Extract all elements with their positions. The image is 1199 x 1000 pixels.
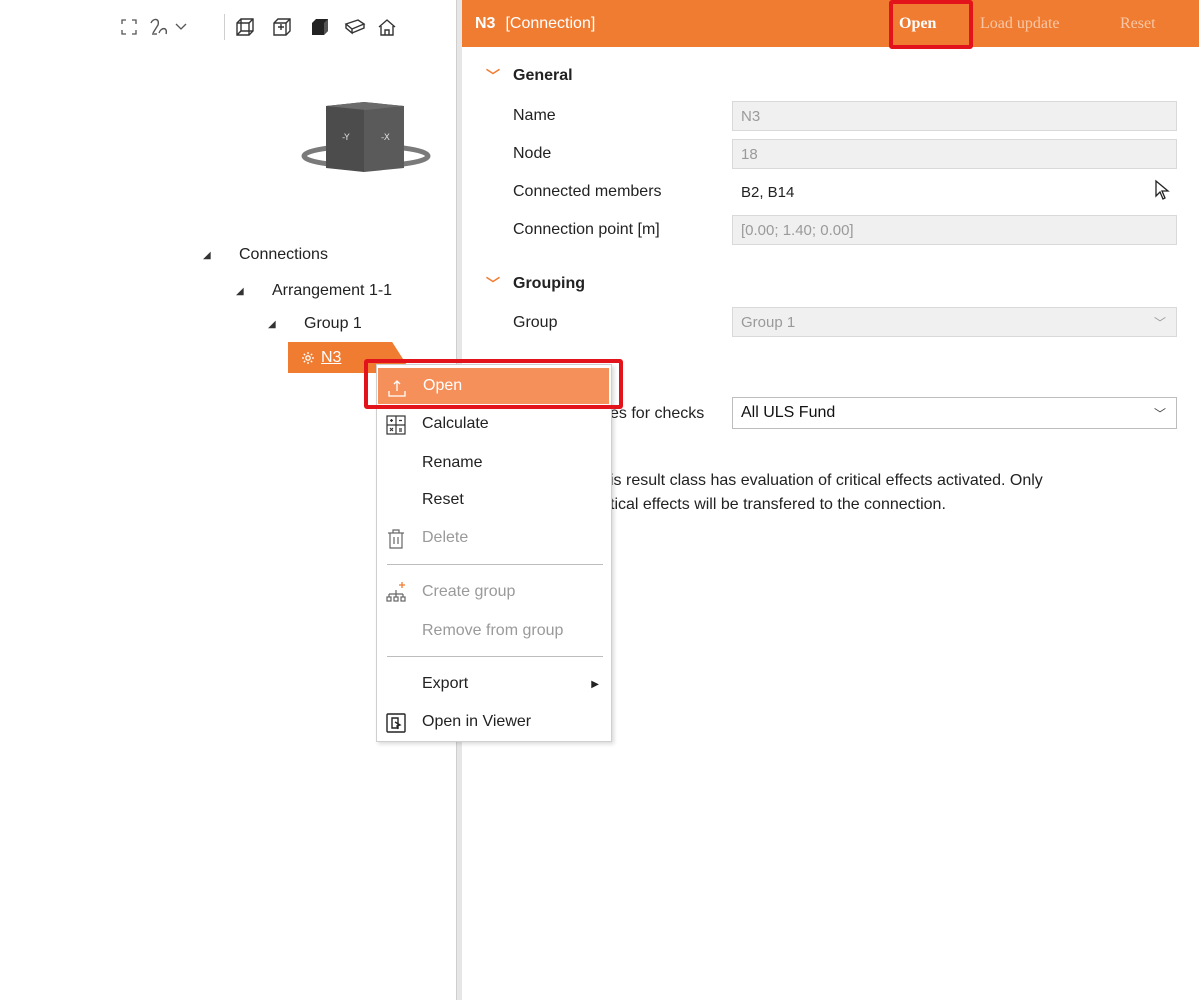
- tree-label: Group 1: [304, 315, 362, 332]
- node-label: Node: [513, 145, 552, 162]
- perspective-view-icon[interactable]: [341, 13, 369, 41]
- group-combobox-value: Group 1: [741, 313, 796, 331]
- menu-item-export[interactable]: Export ▶: [377, 666, 611, 702]
- menu-item-label: Reset: [422, 491, 464, 508]
- info-text-line-2: tical effects will be transfered to the …: [610, 496, 946, 513]
- menu-item-create-group[interactable]: Create group: [377, 574, 611, 610]
- section-grouping[interactable]: ﹀ Grouping: [486, 274, 585, 294]
- menu-item-label: Rename: [422, 454, 483, 471]
- connected-members-field[interactable]: B2, B14: [732, 177, 1177, 207]
- section-title: General: [513, 67, 573, 84]
- solid-view-icon[interactable]: [306, 13, 334, 41]
- result-class-label: es for checks: [610, 405, 705, 422]
- header-item-type: [Connection]: [505, 14, 596, 32]
- fit-view-icon[interactable]: [116, 13, 142, 41]
- submenu-arrow-icon: ▶: [591, 678, 599, 690]
- name-label: Name: [513, 107, 556, 124]
- menu-item-delete[interactable]: Delete: [377, 520, 611, 556]
- gear-icon: [302, 351, 314, 364]
- tree-label: Arrangement 1-1: [272, 282, 393, 299]
- menu-item-remove-from-group[interactable]: Remove from group: [377, 613, 611, 649]
- menu-item-label: Remove from group: [422, 622, 564, 639]
- header-item-name: N3: [475, 14, 496, 32]
- calculator-icon: [386, 415, 406, 435]
- group-label: Group: [513, 314, 558, 331]
- menu-item-reset[interactable]: Reset: [377, 482, 611, 518]
- wireframe-solid-view-icon[interactable]: [268, 13, 296, 41]
- context-menu: Open Calculate Rename Reset Delete Creat…: [376, 364, 612, 742]
- properties-header: N3 [Connection] Open Load update Reset: [462, 0, 1199, 47]
- menu-item-label: Open in Viewer: [422, 713, 532, 730]
- connection-point-label: Connection point [m]: [513, 221, 660, 238]
- menu-item-open-in-viewer[interactable]: Open in Viewer: [377, 704, 611, 740]
- menu-item-rename[interactable]: Rename: [377, 445, 611, 481]
- highlight-box-header-open: [889, 0, 973, 49]
- highlight-box-menu-open: [364, 359, 623, 409]
- info-text-line-1: is result class has evaluation of critic…: [610, 472, 1043, 489]
- node-field[interactable]: 18: [732, 139, 1177, 169]
- tree-item-arrangement[interactable]: ◢ Arrangement 1-1: [236, 277, 392, 305]
- section-general[interactable]: ﹀ General: [486, 66, 573, 86]
- menu-item-calculate[interactable]: Calculate: [377, 406, 611, 442]
- rotate-icon[interactable]: [145, 13, 173, 41]
- pick-cursor-icon[interactable]: [1154, 179, 1170, 205]
- wireframe-view-icon[interactable]: [231, 13, 259, 41]
- chevron-down-icon: ﹀: [1153, 407, 1166, 421]
- viewer-icon: [386, 713, 406, 733]
- menu-item-label: Export: [422, 675, 469, 692]
- menu-item-label: Delete: [422, 529, 469, 546]
- chevron-down-icon: ﹀: [1153, 316, 1166, 330]
- tree-item-group[interactable]: ◢ Group 1: [268, 310, 362, 338]
- menu-item-label: Create group: [422, 583, 516, 600]
- dropdown-chevron-icon[interactable]: [173, 13, 189, 41]
- menu-separator: [387, 656, 603, 657]
- section-title: Grouping: [513, 275, 585, 292]
- group-combobox[interactable]: Group 1 ﹀: [732, 307, 1177, 337]
- header-reset-button[interactable]: Reset: [1120, 0, 1156, 47]
- header-load-update-button[interactable]: Load update: [980, 0, 1060, 47]
- expand-triangle-icon[interactable]: ◢: [236, 286, 252, 297]
- result-class-combobox[interactable]: All ULS Fund ﹀: [732, 397, 1177, 429]
- connected-members-label: Connected members: [513, 183, 662, 200]
- create-group-icon: [386, 582, 406, 602]
- menu-item-label: Calculate: [422, 415, 489, 432]
- expand-triangle-icon[interactable]: ◢: [268, 319, 284, 330]
- chevron-down-icon[interactable]: ﹀: [486, 274, 513, 294]
- result-class-value: All ULS Fund: [741, 404, 836, 421]
- tree-item-connections[interactable]: ◢ Connections: [203, 241, 328, 269]
- chevron-down-icon[interactable]: ﹀: [486, 66, 513, 86]
- view-cube[interactable]: -Y -X: [296, 96, 436, 186]
- home-view-icon[interactable]: [373, 13, 401, 41]
- cube-face-right: -X: [381, 133, 390, 143]
- name-field[interactable]: N3: [732, 101, 1177, 131]
- expand-triangle-icon[interactable]: ◢: [203, 250, 219, 261]
- trash-icon: [388, 529, 404, 549]
- connection-point-field[interactable]: [0.00; 1.40; 0.00]: [732, 215, 1177, 245]
- tree-label: Connections: [239, 246, 328, 263]
- menu-separator: [387, 564, 603, 565]
- tree-node-label: N3: [321, 348, 342, 366]
- cube-face-left: -Y: [342, 133, 350, 143]
